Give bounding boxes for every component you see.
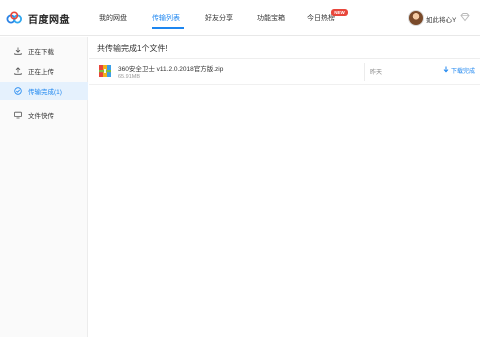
sidebar-item-label: 文件快传 bbox=[28, 113, 54, 120]
main-content: 共传输完成1个文件! 360安全卫士 v11.2.0.2018官方版.zip 6… bbox=[89, 37, 480, 337]
action-label: 下载完成 bbox=[451, 69, 476, 75]
avatar[interactable] bbox=[408, 10, 424, 26]
diamond-icon[interactable] bbox=[460, 12, 470, 22]
check-circle-icon bbox=[14, 87, 22, 95]
file-time: 昨天 bbox=[370, 70, 383, 76]
tab-my-disk[interactable]: 我的网盘 bbox=[99, 13, 127, 23]
sidebar: 正在下载 正在上传 传输完成(1) 文件快传 bbox=[0, 37, 88, 337]
sidebar-item-label: 正在下载 bbox=[28, 49, 54, 56]
file-size: 65.91MB bbox=[118, 74, 141, 80]
tab-transfer-list[interactable]: 传输列表 bbox=[152, 13, 180, 23]
app-name: 百度网盘 bbox=[28, 14, 70, 26]
monitor-icon bbox=[14, 111, 22, 119]
top-bar: 百度网盘 我的网盘 传输列表 好友分享 功能宝箱 今日热榜 NEW 如此将心Y bbox=[0, 0, 480, 36]
sidebar-item-label: 传输完成(1) bbox=[28, 89, 62, 96]
sidebar-item-uploading[interactable]: 正在上传 bbox=[0, 62, 88, 80]
sidebar-item-label: 正在上传 bbox=[28, 69, 54, 76]
sidebar-item-downloading[interactable]: 正在下载 bbox=[0, 42, 88, 60]
username[interactable]: 如此将心Y bbox=[426, 14, 456, 24]
sidebar-item-completed[interactable]: 传输完成(1) bbox=[0, 82, 88, 100]
sidebar-item-quick-transfer[interactable]: 文件快传 bbox=[0, 106, 88, 124]
download-complete-status[interactable]: 下载完成 bbox=[443, 66, 475, 75]
zip-archive-icon bbox=[99, 65, 111, 77]
active-tab-indicator bbox=[152, 27, 184, 29]
tab-friend-share[interactable]: 好友分享 bbox=[205, 13, 233, 23]
page-title: 共传输完成1个文件! bbox=[97, 44, 168, 53]
tab-toolbox[interactable]: 功能宝箱 bbox=[257, 13, 285, 23]
app-logo[interactable]: 百度网盘 bbox=[6, 9, 70, 27]
arrow-down-icon bbox=[443, 66, 451, 75]
upload-icon bbox=[14, 67, 22, 75]
cloud-logo-icon bbox=[6, 11, 24, 25]
download-icon bbox=[14, 47, 22, 55]
file-name[interactable]: 360安全卫士 v11.2.0.2018官方版.zip bbox=[118, 63, 223, 73]
column-divider bbox=[364, 63, 365, 81]
new-badge: NEW bbox=[331, 9, 348, 16]
file-row[interactable]: 360安全卫士 v11.2.0.2018官方版.zip 65.91MB 昨天 下… bbox=[89, 59, 480, 85]
